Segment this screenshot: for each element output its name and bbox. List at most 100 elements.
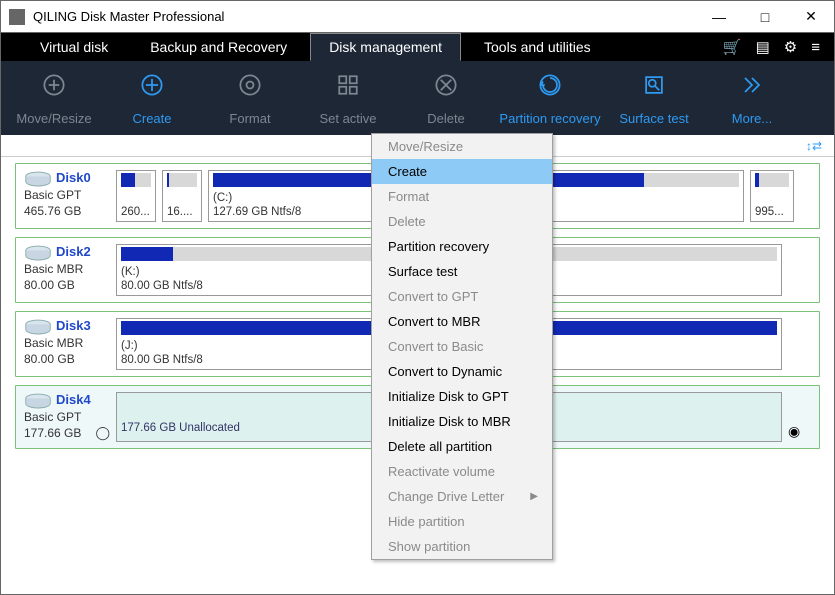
partition-recovery-icon: [495, 71, 605, 105]
menu-item: Move/Resize: [372, 134, 552, 159]
disk-type: Basic GPT: [24, 409, 110, 425]
disk-icon: [24, 393, 52, 409]
gear-icon[interactable]: ⚙: [784, 38, 797, 56]
partition-usage-bar: [167, 173, 197, 187]
disk-type: Basic MBR: [24, 335, 110, 351]
tool-set-active[interactable]: Set active: [299, 71, 397, 126]
tab-tools-utilities[interactable]: Tools and utilities: [465, 33, 610, 61]
window-title: QILING Disk Master Professional: [33, 9, 696, 24]
disk-info: Disk4Basic GPT177.66 GB ◯: [24, 392, 110, 442]
format-icon: [201, 71, 299, 105]
create-icon: [103, 71, 201, 105]
tool-label: Delete: [427, 111, 465, 126]
close-button[interactable]: ✕: [788, 1, 834, 32]
menu-item: Delete: [372, 209, 552, 234]
disk-name: Disk2: [56, 244, 91, 259]
tool-label: Partition recovery: [499, 111, 600, 126]
menu-item: Hide partition: [372, 509, 552, 534]
disk-radio[interactable]: ◯: [95, 425, 110, 441]
tab-label: Virtual disk: [40, 39, 108, 55]
disk-icon: [24, 245, 52, 261]
menu-item-label: Format: [388, 189, 429, 204]
menu-item: Convert to Basic: [372, 334, 552, 359]
maximize-button[interactable]: □: [742, 1, 788, 32]
menu-item-label: Reactivate volume: [388, 464, 495, 479]
disk-name: Disk3: [56, 318, 91, 333]
menu-item: Convert to GPT: [372, 284, 552, 309]
window-controls: — □ ✕: [696, 1, 834, 32]
disk-icon: [24, 171, 52, 187]
tab-disk-management[interactable]: Disk management: [310, 33, 461, 61]
tool-label: Surface test: [619, 111, 688, 126]
more-icon: [703, 71, 801, 105]
disk-size: 80.00 GB: [24, 351, 110, 367]
menu-item: Show partition: [372, 534, 552, 559]
menu-item-label: Show partition: [388, 539, 470, 554]
list-icon[interactable]: ▤: [756, 38, 770, 56]
menu-item-label: Convert to MBR: [388, 314, 480, 329]
disk-name: Disk0: [56, 170, 91, 185]
menu-item-label: Surface test: [388, 264, 457, 279]
tool-more[interactable]: More...: [703, 71, 801, 126]
submenu-arrow-icon: ▶: [530, 491, 538, 502]
set-active-icon: [299, 71, 397, 105]
menu-item-label: Initialize Disk to GPT: [388, 389, 509, 404]
move-resize-icon: [5, 71, 103, 105]
tool-format[interactable]: Format: [201, 71, 299, 126]
menu-item-label: Initialize Disk to MBR: [388, 414, 511, 429]
menu-item-label: Hide partition: [388, 514, 465, 529]
primary-tabstrip: Virtual disk Backup and Recovery Disk ma…: [1, 33, 834, 61]
tabstrip-right-icons: 🛒 ▤ ⚙ ≡: [723, 33, 834, 61]
minimize-button[interactable]: —: [696, 1, 742, 32]
disk-size: 465.76 GB: [24, 203, 110, 219]
tab-virtual-disk[interactable]: Virtual disk: [21, 33, 127, 61]
partition-label: 260...: [121, 205, 151, 219]
partition-cell[interactable]: 260...: [116, 170, 156, 222]
cart-icon[interactable]: 🛒: [723, 38, 742, 56]
tool-partition-recovery[interactable]: Partition recovery: [495, 71, 605, 126]
disk-info: Disk0 Basic GPT465.76 GB: [24, 170, 110, 222]
tab-label: Tools and utilities: [484, 39, 591, 55]
menu-item[interactable]: Create: [372, 159, 552, 184]
menu-icon[interactable]: ≡: [811, 39, 820, 56]
partition-usage-bar: [121, 173, 151, 187]
partition-label: 16....: [167, 205, 197, 219]
menu-item[interactable]: Partition recovery: [372, 234, 552, 259]
menu-item[interactable]: Surface test: [372, 259, 552, 284]
menu-item-label: Convert to Dynamic: [388, 364, 502, 379]
partition-cell[interactable]: 995...: [750, 170, 794, 222]
partition-cell[interactable]: 16....: [162, 170, 202, 222]
menu-item-label: Convert to GPT: [388, 289, 478, 304]
menu-item-label: Move/Resize: [388, 139, 463, 154]
tool-label: More...: [732, 111, 772, 126]
disk-info: Disk2Basic MBR80.00 GB: [24, 244, 110, 296]
disk-size: 177.66 GB ◯: [24, 425, 110, 441]
tool-create[interactable]: Create: [103, 71, 201, 126]
tab-backup-recovery[interactable]: Backup and Recovery: [131, 33, 306, 61]
menu-item-label: Convert to Basic: [388, 339, 483, 354]
menu-item: Format: [372, 184, 552, 209]
menu-item-label: Change Drive Letter: [388, 489, 504, 504]
tool-label: Format: [229, 111, 270, 126]
tool-move-resize[interactable]: Move/Resize: [5, 71, 103, 126]
tool-surface-test[interactable]: Surface test: [605, 71, 703, 126]
tab-label: Backup and Recovery: [150, 39, 287, 55]
menu-item[interactable]: Initialize Disk to MBR: [372, 409, 552, 434]
titlebar: QILING Disk Master Professional — □ ✕: [1, 1, 834, 33]
disk-selected-radio[interactable]: ◉: [788, 423, 804, 442]
action-toolbar: Move/Resize Create Format Set active Del…: [1, 61, 834, 135]
delete-icon: [397, 71, 495, 105]
menu-item[interactable]: Convert to Dynamic: [372, 359, 552, 384]
disk-info: Disk3 Basic MBR80.00 GB: [24, 318, 110, 370]
tool-delete[interactable]: Delete: [397, 71, 495, 126]
layout-toggle-icon[interactable]: ↕⇄: [806, 139, 822, 153]
app-icon: [9, 9, 25, 25]
disk-icon: [24, 319, 52, 335]
menu-item: Change Drive Letter ▶: [372, 484, 552, 509]
menu-item-label: Delete: [388, 214, 426, 229]
menu-item[interactable]: Delete all partition: [372, 434, 552, 459]
menu-item[interactable]: Initialize Disk to GPT: [372, 384, 552, 409]
partition-usage-bar: [755, 173, 789, 187]
disk-type: Basic GPT: [24, 187, 110, 203]
menu-item[interactable]: Convert to MBR: [372, 309, 552, 334]
